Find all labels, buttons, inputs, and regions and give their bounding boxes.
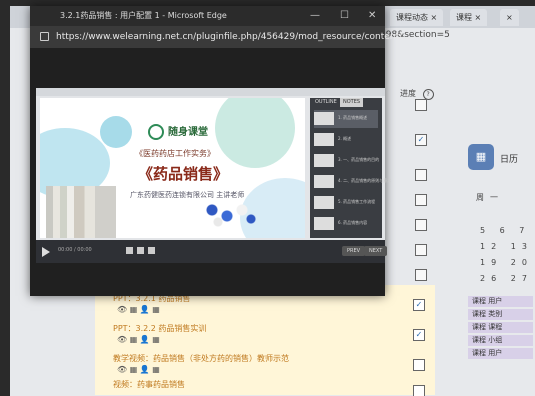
- next-button[interactable]: NEXT: [364, 246, 388, 256]
- window-title-bar: 3.2.1药品销售 : 用户配置 1 - Microsoft Edge — ☐ …: [30, 6, 385, 26]
- maximize-button[interactable]: ☐: [340, 6, 349, 26]
- slide-logo: 随身课堂: [148, 123, 208, 140]
- calendar-legend: 课程 用户 课程 类别 课程 课程 课程 小组 课程 用户: [468, 296, 533, 361]
- tab-label: 课程动态 ×: [396, 13, 438, 22]
- outline-item[interactable]: 4. 二、药品销售的原则与意义: [314, 173, 391, 191]
- calendar-icon: ▦: [468, 144, 494, 170]
- calendar-week[interactable]: 26 27 28: [480, 274, 535, 283]
- calendar-weekday: 周一: [476, 193, 504, 202]
- outline-item[interactable]: 2. 概述: [314, 131, 378, 149]
- photo-frame: 课程动态 × 课程 × × 998&section=5 进度 ? ✓ PPT：3…: [0, 0, 535, 396]
- tab-label: 课程 ×: [456, 13, 482, 22]
- activity-checkbox[interactable]: ✓: [413, 329, 425, 341]
- outline-tabs: OUTLINE NOTES: [310, 98, 382, 107]
- window-title: 3.2.1药品销售 : 用户配置 1 - Microsoft Edge: [60, 11, 227, 20]
- outline-item-label: 2. 概述: [338, 136, 352, 141]
- legend-item[interactable]: 课程 小组: [468, 335, 533, 346]
- legend-item[interactable]: 课程 课程: [468, 322, 533, 333]
- decor-blob: [215, 98, 295, 168]
- close-button[interactable]: ✕: [368, 6, 376, 26]
- background-tab-1[interactable]: 课程动态 ×: [390, 9, 444, 26]
- activity-title[interactable]: PPT：3.2.2 药品销售实训: [113, 323, 206, 334]
- outline-thumbnail: [314, 112, 334, 125]
- legend-item[interactable]: 课程 类别: [468, 309, 533, 320]
- outline-thumbnail: [314, 133, 334, 146]
- outline-item[interactable]: 1. 药品销售概述: [314, 110, 378, 128]
- activity-icons: 👁 ▦ 👤 ▦: [117, 365, 160, 374]
- activity-checkbox[interactable]: [415, 244, 427, 256]
- outline-item-label: 6. 药品销售内容: [338, 220, 368, 225]
- player-control-bar: 00:00 / 00:00 PREV NEXT: [36, 240, 388, 263]
- lock-icon: [40, 32, 49, 41]
- edge-popup-window: 3.2.1药品销售 : 用户配置 1 - Microsoft Edge — ☐ …: [30, 6, 411, 296]
- activity-checkbox[interactable]: [415, 194, 427, 206]
- slide-title: 《药品销售》: [138, 165, 229, 183]
- settings-icon[interactable]: [137, 247, 144, 254]
- volume-icon[interactable]: [126, 247, 133, 254]
- legend-item[interactable]: 课程 用户: [468, 348, 533, 359]
- background-tab-2[interactable]: 课程 ×: [450, 9, 488, 26]
- outline-panel: OUTLINE NOTES 1. 药品销售概述 2. 概述 3. 一、药品销售的…: [310, 98, 391, 238]
- url-text[interactable]: https://www.welearning.net.cn/pluginfile…: [56, 26, 411, 48]
- fullscreen-icon[interactable]: [148, 247, 155, 254]
- tab-notes[interactable]: NOTES: [340, 98, 364, 107]
- minimize-button[interactable]: —: [310, 6, 320, 26]
- slide-canvas[interactable]: 随身课堂 《医药药店工作实务》 《药品销售》 广东药健医药连锁有限公司 主讲老师: [40, 98, 305, 238]
- legend-item[interactable]: 课程 用户: [468, 296, 533, 307]
- prev-button[interactable]: PREV: [342, 246, 366, 256]
- activity-checkbox[interactable]: [415, 169, 427, 181]
- playback-time: 00:00 / 00:00: [58, 247, 92, 253]
- activity-checkbox[interactable]: [415, 99, 427, 111]
- activity-icons: 👁 ▦ 👤 ▦: [117, 305, 160, 314]
- activity-checkbox[interactable]: ✓: [413, 299, 425, 311]
- calendar-week[interactable]: 12 13 14: [480, 242, 535, 251]
- list-item[interactable]: PPT：3.2.2 药品销售实训 👁 ▦ 👤 ▦ ✓: [95, 321, 435, 351]
- background-tab-3[interactable]: ×: [500, 9, 519, 26]
- progress-text: 进度: [400, 89, 416, 98]
- tab-outline[interactable]: OUTLINE: [312, 98, 340, 107]
- outline-item[interactable]: 6. 药品销售内容: [314, 215, 378, 233]
- outline-item-label: 3. 一、药品销售的目的: [338, 157, 380, 162]
- outline-item[interactable]: 5. 药品销售工作流程: [314, 194, 378, 212]
- calendar-block: ▦ 日历 周一 5 6 7 12 13 14 19 20 21 26 27 28: [468, 144, 535, 294]
- logo-icon: [148, 124, 164, 140]
- player-top-strip: [36, 88, 385, 96]
- outline-item[interactable]: 3. 一、药品销售的目的: [314, 152, 380, 170]
- course-activity-list: PPT：3.2.1 药品销售 👁 ▦ 👤 ▦ ✓ PPT：3.2.2 药品销售实…: [95, 285, 435, 396]
- address-bar[interactable]: https://www.welearning.net.cn/pluginfile…: [30, 26, 411, 48]
- outline-thumbnail: [314, 175, 334, 188]
- activity-checkbox[interactable]: [413, 359, 425, 371]
- decor-circle: [100, 116, 132, 148]
- activity-checkbox[interactable]: ✓: [415, 134, 427, 146]
- list-item[interactable]: 视频：药事药品销售: [95, 377, 435, 396]
- calendar-week[interactable]: 5 6 7: [480, 226, 530, 235]
- logo-text: 随身课堂: [168, 127, 208, 138]
- slide-subtitle: 《医药药店工作实务》: [135, 149, 215, 158]
- calendar-week[interactable]: 19 20 21: [480, 258, 535, 267]
- outline-item-label: 4. 二、药品销售的原则与意义: [338, 178, 392, 183]
- activity-icons: 👁 ▦ 👤 ▦: [117, 335, 160, 344]
- tab-label: ×: [506, 13, 513, 22]
- pills-image: [200, 198, 260, 228]
- outline-thumbnail: [314, 196, 334, 209]
- outline-thumbnail: [314, 217, 334, 230]
- activity-checkbox[interactable]: [415, 269, 427, 281]
- activity-title[interactable]: 视频：药事药品销售: [113, 379, 185, 390]
- outline-item-label: 1. 药品销售概述: [338, 115, 368, 120]
- activity-checkbox[interactable]: [413, 385, 425, 396]
- activity-title[interactable]: 教学视频：药品销售（非处方药的销售）教师示范: [113, 353, 289, 364]
- outline-thumbnail: [314, 154, 334, 167]
- calendar-title: 日历: [500, 155, 519, 165]
- ppt-player: 随身课堂 《医药药店工作实务》 《药品销售》 广东药健医药连锁有限公司 主讲老师…: [36, 88, 391, 263]
- activity-checkbox[interactable]: [415, 219, 427, 231]
- outline-item-label: 5. 药品销售工作流程: [338, 199, 376, 204]
- play-icon[interactable]: [42, 247, 50, 257]
- pharmacy-image: [46, 186, 116, 238]
